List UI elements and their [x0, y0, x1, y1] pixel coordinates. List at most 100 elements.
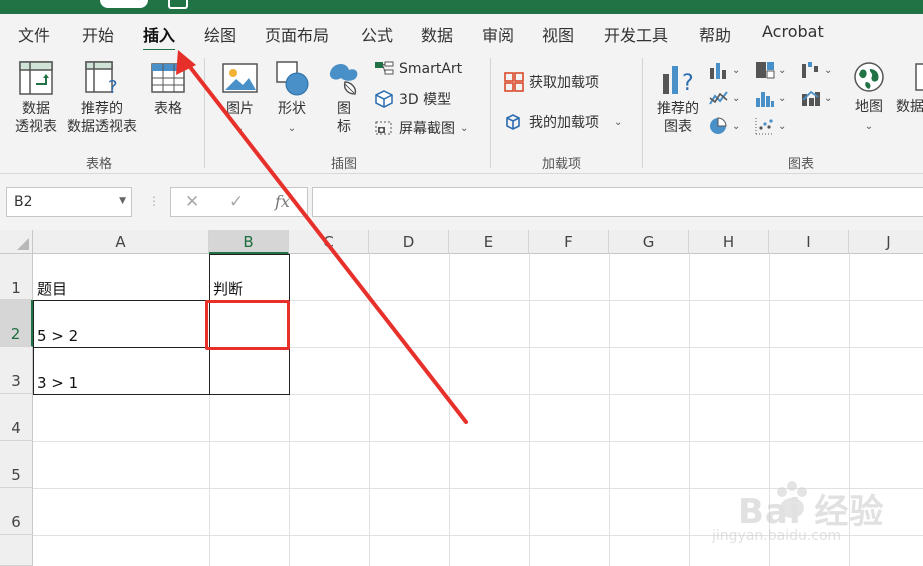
- row-header-6[interactable]: 6: [0, 488, 33, 535]
- row-header-5[interactable]: 5: [0, 441, 33, 488]
- smartart-label: SmartArt: [399, 61, 463, 77]
- addins-group-label: 加载项: [542, 157, 582, 172]
- tab-data[interactable]: 数据: [421, 22, 453, 46]
- pictures-dropdown-icon[interactable]: ⌄: [236, 123, 244, 134]
- tab-view[interactable]: 视图: [542, 22, 574, 46]
- enter-icon[interactable]: ✓: [229, 192, 243, 212]
- recommended-charts-button[interactable]: ? 推荐的 图表: [652, 60, 704, 136]
- column-header-g[interactable]: G: [609, 230, 689, 254]
- column-header-i[interactable]: I: [769, 230, 849, 254]
- tab-insert[interactable]: 插入: [143, 22, 176, 52]
- tab-file[interactable]: 文件: [18, 22, 50, 46]
- line-chart-button[interactable]: ⌄: [708, 88, 740, 108]
- watermark-text: Bai 经验: [738, 492, 885, 532]
- 3d-model-button[interactable]: 3D 模型: [374, 89, 451, 109]
- cancel-icon[interactable]: ✕: [185, 192, 199, 212]
- pie-chart-button[interactable]: ⌄: [708, 116, 740, 136]
- waterfall-chart-button[interactable]: ⌄: [800, 60, 832, 80]
- get-addins-button[interactable]: 获取加载项: [504, 72, 599, 92]
- cube-icon: [375, 90, 393, 108]
- watermark: Bai 经验 jingyan.baidu.com: [690, 470, 910, 560]
- column-header-j[interactable]: J: [849, 230, 923, 254]
- row-header-7[interactable]: [0, 535, 33, 566]
- svg-text:?: ?: [108, 77, 118, 96]
- name-box[interactable]: B2 ▼: [6, 187, 132, 217]
- gridline: [33, 441, 923, 442]
- tab-formulas[interactable]: 公式: [361, 22, 393, 46]
- pictures-button[interactable]: 图片 ⌄: [218, 62, 262, 138]
- shapes-dropdown-icon[interactable]: ⌄: [288, 123, 296, 134]
- maps-dropdown-icon[interactable]: ⌄: [865, 121, 873, 132]
- tab-home[interactable]: 开始: [82, 22, 114, 46]
- tab-page-layout[interactable]: 页面布局: [265, 22, 329, 46]
- tab-help[interactable]: 帮助: [699, 22, 731, 46]
- maps-button[interactable]: 地图 ⌄: [846, 60, 892, 136]
- tab-acrobat[interactable]: Acrobat: [762, 22, 824, 41]
- column-header-c[interactable]: C: [289, 230, 369, 254]
- column-header-a[interactable]: A: [33, 230, 209, 254]
- row-header-3[interactable]: 3: [0, 347, 33, 394]
- screenshot-button[interactable]: 屏幕截图 ⌄: [374, 118, 468, 138]
- combo-chart-button[interactable]: ⌄: [800, 88, 832, 108]
- smartart-icon: [375, 61, 394, 75]
- column-header-d[interactable]: D: [369, 230, 449, 254]
- recommended-pivot-label-1: 推荐的: [81, 101, 123, 117]
- cell-b1[interactable]: 判断: [213, 278, 243, 299]
- maps-label: 地图: [855, 99, 883, 115]
- screenshot-icon: [375, 121, 392, 135]
- picture-icon: [222, 63, 258, 93]
- shapes-label: 形状: [278, 101, 306, 117]
- table-button[interactable]: 表格: [146, 60, 190, 118]
- chevron-down-icon: ⌄: [732, 64, 741, 76]
- formula-input[interactable]: [312, 187, 923, 217]
- table-label: 表格: [154, 101, 182, 117]
- pie-chart-icon: [710, 117, 727, 134]
- save-icon[interactable]: [168, 0, 188, 9]
- name-box-value: B2: [14, 194, 33, 210]
- insert-function-icon[interactable]: fx: [275, 192, 290, 211]
- cell-a3[interactable]: 3 > 1: [37, 374, 78, 392]
- autosave-toggle-icon[interactable]: [100, 0, 148, 8]
- column-header-f[interactable]: F: [529, 230, 609, 254]
- column-header-e[interactable]: E: [449, 230, 529, 254]
- tab-developer[interactable]: 开发工具: [604, 22, 668, 46]
- pivot-chart-button[interactable]: 数据: [896, 60, 923, 116]
- pivot-table-button[interactable]: 数据 透视表: [10, 60, 62, 136]
- tab-draw[interactable]: 绘图: [204, 22, 236, 46]
- splitter-handle[interactable]: ⋮: [148, 194, 160, 208]
- statistic-chart-button[interactable]: ⌄: [754, 88, 786, 108]
- icons-button[interactable]: 图 标: [322, 60, 366, 136]
- row-header-4[interactable]: 4: [0, 394, 33, 441]
- column-header-h[interactable]: H: [689, 230, 769, 254]
- chevron-down-icon[interactable]: ▼: [119, 196, 126, 206]
- formula-bar: B2 ▼ ⋮ ✕ ✓ fx: [0, 174, 923, 230]
- shapes-button[interactable]: 形状 ⌄: [270, 60, 314, 138]
- cell-a1[interactable]: 题目: [37, 278, 67, 299]
- pivot-chart-label: 数据: [896, 99, 923, 115]
- my-addins-button[interactable]: 我的加载项 ⌄: [504, 112, 622, 132]
- scatter-chart-button[interactable]: ⌄: [754, 116, 786, 136]
- recommended-pivot-table-button[interactable]: ? 推荐的 数据透视表: [62, 60, 142, 136]
- select-all-button[interactable]: [0, 230, 33, 254]
- line-chart-icon: [709, 91, 728, 105]
- hierarchy-chart-button[interactable]: ⌄: [754, 60, 786, 80]
- row-header-2[interactable]: 2: [0, 300, 33, 347]
- screenshot-dropdown-icon[interactable]: ⌄: [460, 123, 468, 134]
- 3d-model-label: 3D 模型: [399, 92, 452, 108]
- pivot-table-label-2: 透视表: [15, 119, 57, 135]
- tab-review[interactable]: 审阅: [482, 22, 514, 46]
- column-chart-button[interactable]: ⌄: [708, 60, 740, 80]
- formula-buttons: ✕ ✓ fx: [170, 187, 308, 217]
- chevron-down-icon: ⌄: [732, 92, 741, 104]
- column-header-b[interactable]: B: [209, 230, 289, 254]
- pictures-label: 图片: [226, 101, 254, 117]
- tables-group-label: 表格: [86, 157, 113, 172]
- ribbon-insert: 数据 透视表 ? 推荐的 数据透视表 表格 表格 图片 ⌄ 形状 ⌄ 图 标 S…: [0, 50, 923, 174]
- cell-a2[interactable]: 5 > 2: [37, 327, 78, 345]
- chevron-down-icon: ⌄: [778, 92, 787, 104]
- row-header-1[interactable]: 1: [0, 254, 33, 300]
- waterfall-chart-icon: [802, 62, 818, 78]
- svg-text:?: ?: [682, 71, 694, 96]
- my-addins-dropdown-icon[interactable]: ⌄: [614, 117, 622, 128]
- smartart-button[interactable]: SmartArt: [374, 60, 462, 78]
